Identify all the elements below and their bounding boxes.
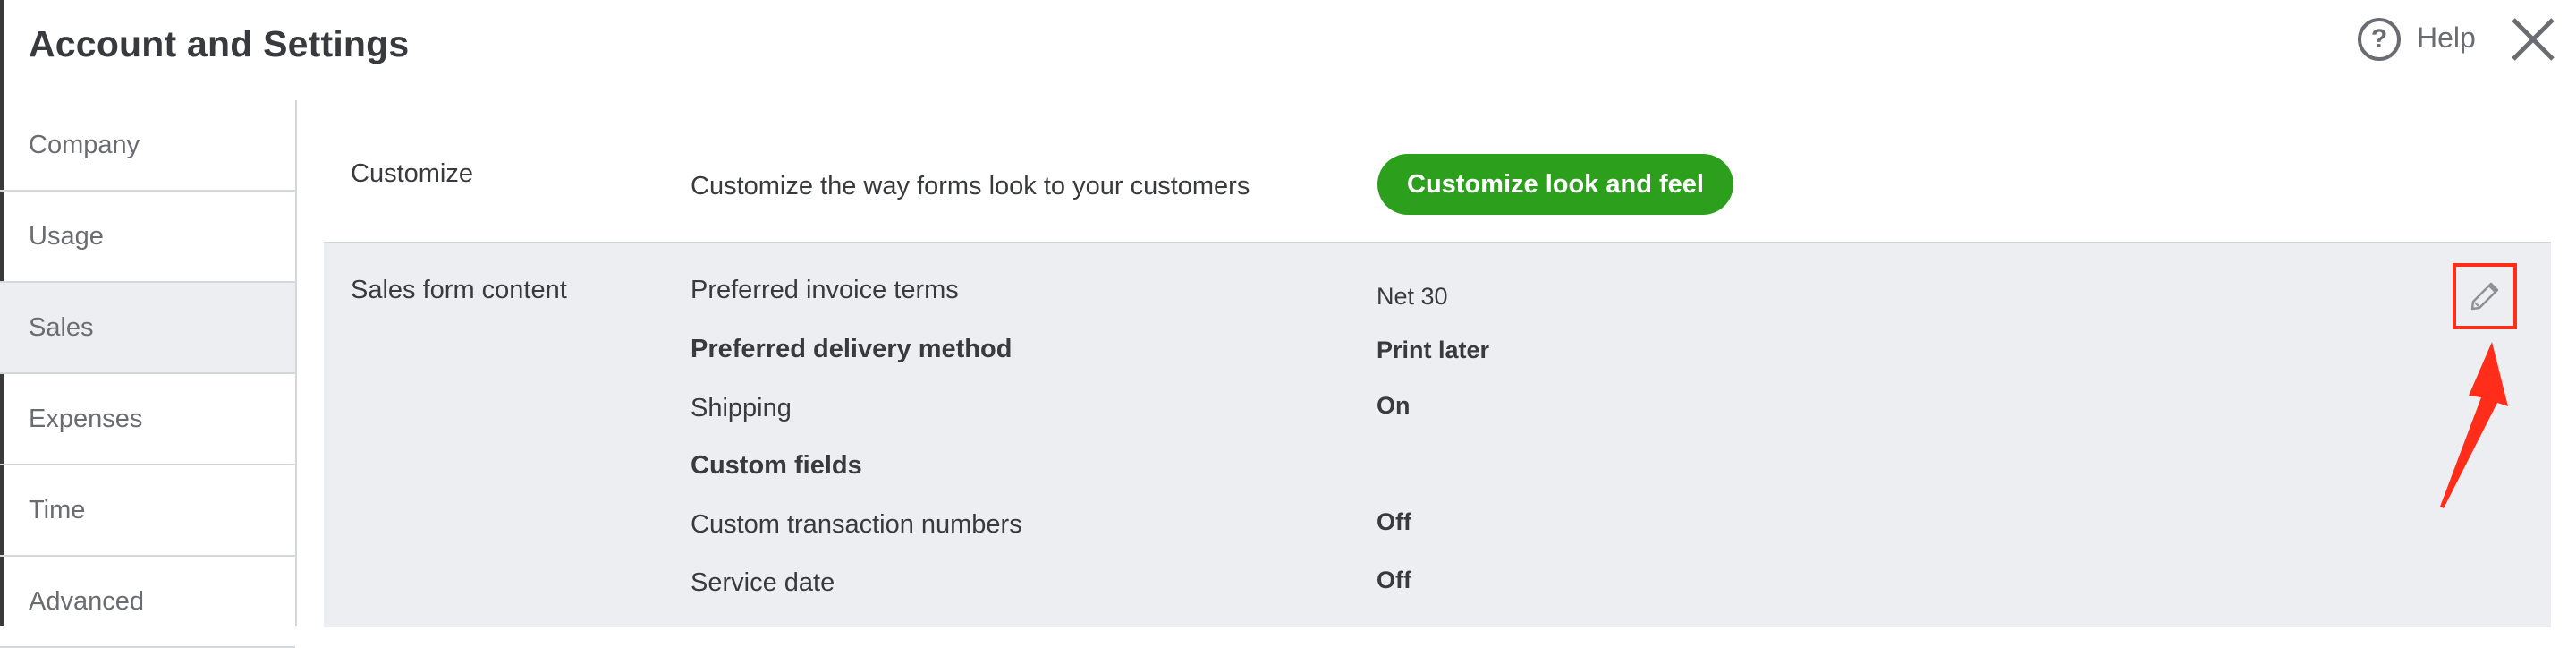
edit-sales-form-content-button[interactable] [2453, 263, 2517, 329]
close-icon[interactable] [2508, 14, 2558, 64]
row-label-shipping: Shipping [691, 394, 792, 422]
customize-section-label: Customize [351, 159, 473, 188]
row-value-service-date: Off [1377, 567, 1411, 593]
help-link[interactable]: Help [2417, 21, 2476, 55]
help-icon[interactable]: ? [2358, 18, 2401, 61]
row-value-shipping: On [1377, 392, 1411, 419]
sidebar-item-time[interactable]: Time [0, 465, 295, 557]
customize-description: Customize the way forms look to your cus… [691, 172, 1250, 200]
row-label-custom-transaction-numbers: Custom transaction numbers [691, 510, 1022, 539]
row-label-delivery-method: Preferred delivery method [691, 335, 1013, 363]
sidebar-item-advanced[interactable]: Advanced [0, 557, 295, 648]
row-label-custom-fields: Custom fields [691, 451, 862, 480]
red-arrow-annotation [2440, 342, 2508, 508]
sales-form-section-label: Sales form content [351, 276, 567, 304]
sidebar-item-sales[interactable]: Sales [0, 283, 295, 374]
customize-look-and-feel-button[interactable]: Customize look and feel [1377, 154, 1733, 215]
row-value-invoice-terms: Net 30 [1377, 283, 1448, 310]
sidebar-item-usage[interactable]: Usage [0, 192, 295, 283]
sidebar-item-company[interactable]: Company [0, 100, 295, 192]
row-label-invoice-terms: Preferred invoice terms [691, 276, 959, 304]
row-value-custom-transaction-numbers: Off [1377, 508, 1411, 535]
row-value-delivery-method: Print later [1377, 337, 1490, 363]
settings-sidebar: Company Usage Sales Expenses Time Advanc… [0, 100, 297, 648]
sidebar-item-expenses[interactable]: Expenses [0, 374, 295, 465]
pencil-edit-icon [2470, 282, 2499, 311]
row-label-service-date: Service date [691, 568, 835, 597]
page-title: Account and Settings [29, 23, 410, 64]
